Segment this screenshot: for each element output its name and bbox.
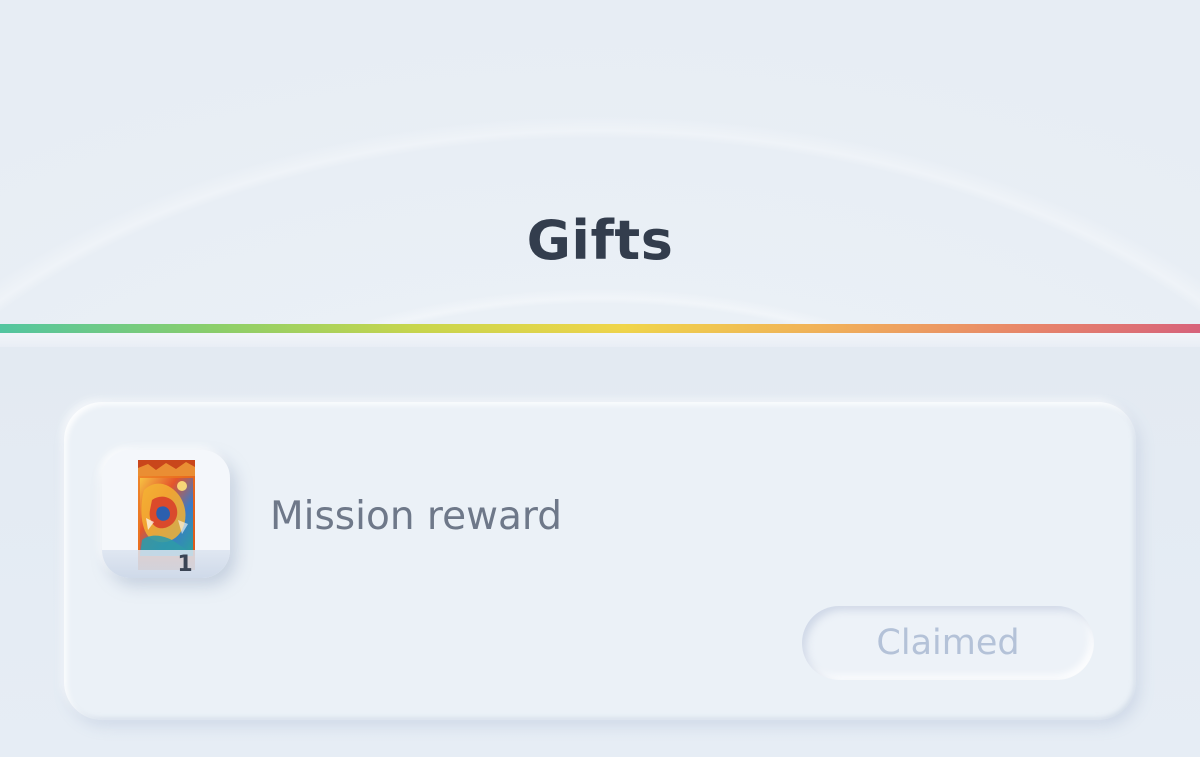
header-shelf (0, 333, 1200, 347)
item-quantity: 1 (177, 552, 193, 577)
claimed-button[interactable]: Claimed (802, 606, 1094, 680)
rainbow-divider (0, 324, 1200, 333)
claimed-button-label: Claimed (876, 623, 1020, 663)
quantity-band (102, 550, 230, 578)
header: Gifts (0, 0, 1200, 328)
gift-label: Mission reward (270, 494, 563, 539)
gift-item-tile[interactable]: 1 (102, 450, 230, 578)
page-title: Gifts (526, 209, 674, 272)
